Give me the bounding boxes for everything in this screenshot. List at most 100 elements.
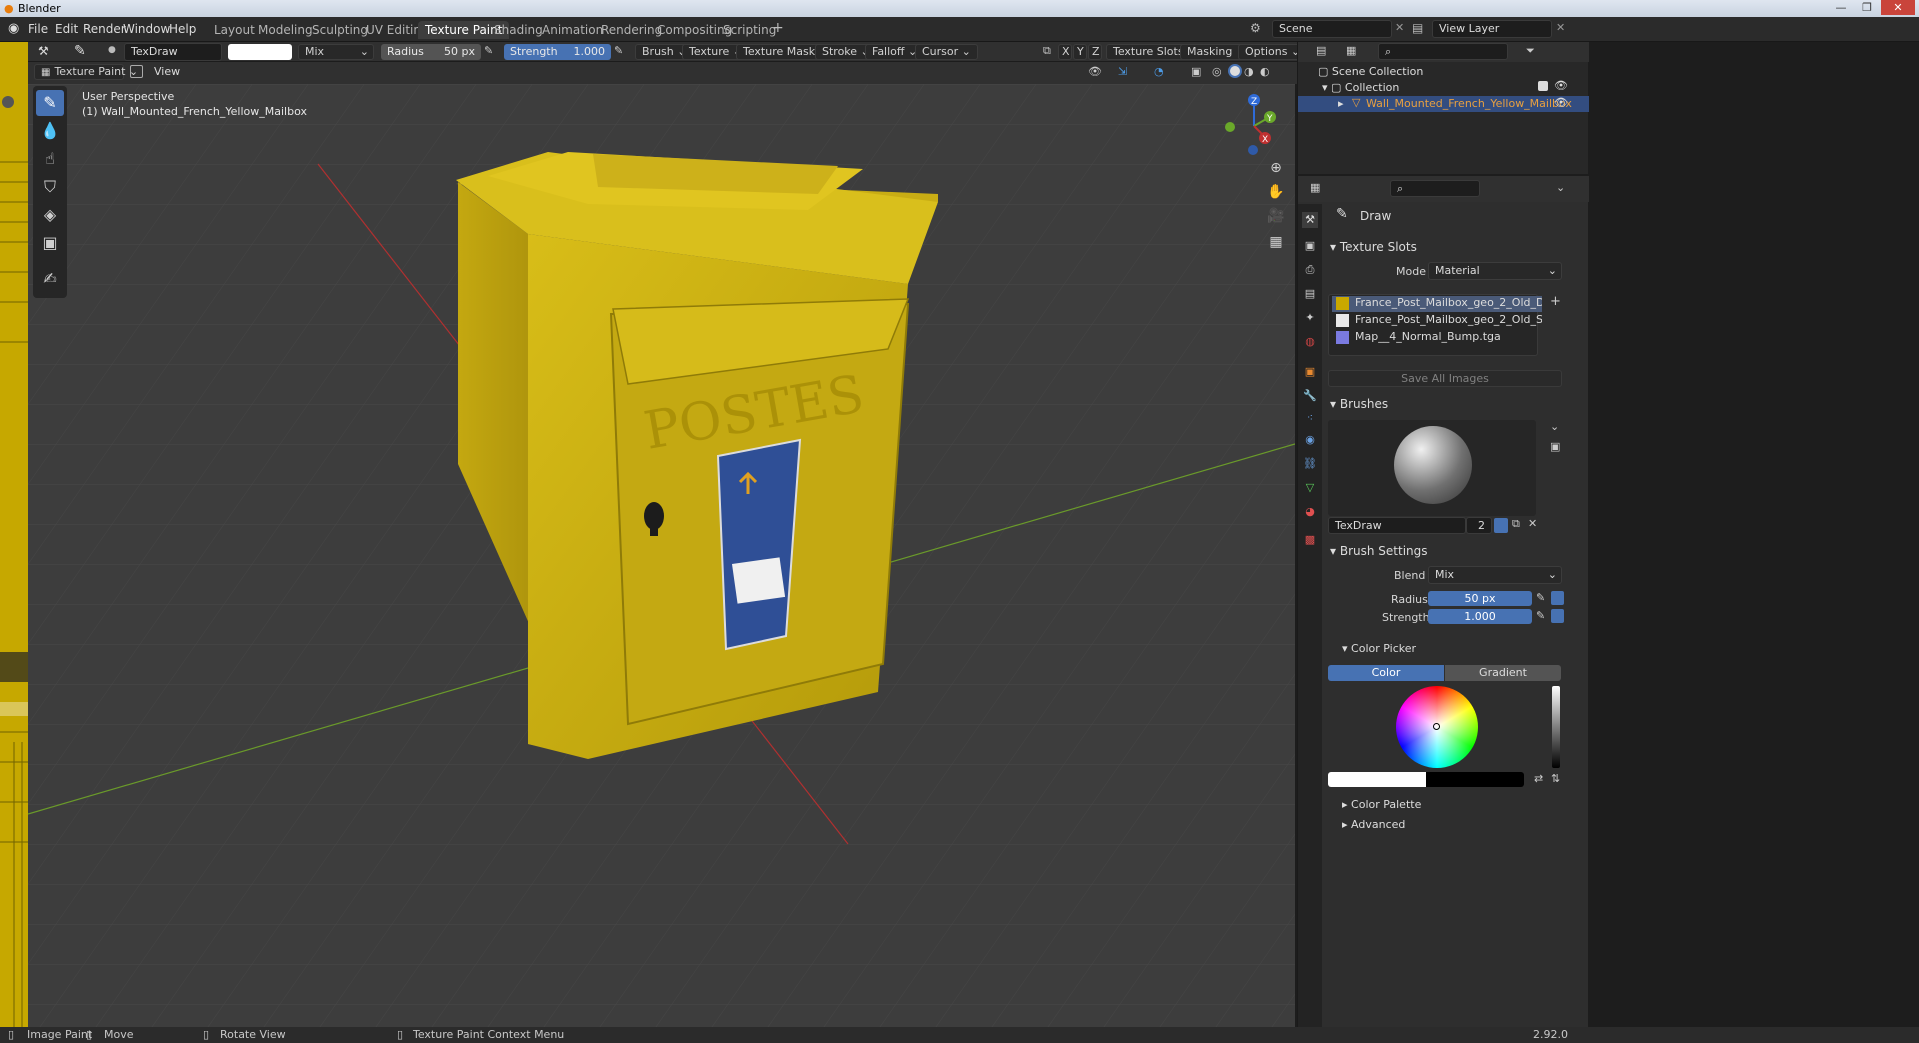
scene-tab-icon[interactable]: ✦ <box>1302 310 1318 326</box>
color-picker-header[interactable]: ▾ Color Picker <box>1342 642 1416 655</box>
visibility-icon[interactable]: 👁 <box>1088 65 1102 78</box>
solid-shading-icon[interactable] <box>1228 64 1242 78</box>
draw-tool[interactable]: ✎ <box>36 90 64 116</box>
smear-tool[interactable]: ☝ <box>36 146 64 172</box>
color-swatch-secondary[interactable] <box>1426 772 1524 787</box>
swap-colors-icon[interactable]: ⇄ <box>1534 772 1543 785</box>
gizmo-icon[interactable]: ⇲ <box>1118 65 1127 78</box>
advanced-header[interactable]: ▸ Advanced <box>1342 818 1405 831</box>
save-all-images-button[interactable]: Save All Images <box>1328 370 1562 387</box>
slot-mode-dropdown[interactable]: Material ⌄ <box>1428 262 1562 280</box>
properties-type-icon[interactable]: ▦ <box>1310 181 1320 194</box>
brush-radius-slider[interactable]: 50 px <box>1428 591 1532 606</box>
mirror-x-toggle[interactable]: X <box>1058 44 1072 60</box>
color-swatch-primary[interactable] <box>1328 772 1426 787</box>
cursor-menu[interactable]: Cursor ⌄ <box>915 44 978 60</box>
modifier-tab-icon[interactable]: 🔧 <box>1302 388 1318 404</box>
brush-users-count[interactable]: 2 <box>1466 517 1492 534</box>
mode-dropdown[interactable]: ▦ Texture Paint ⌄ <box>34 64 138 80</box>
output-tab-icon[interactable]: ⎙ <box>1302 262 1318 278</box>
object-tab-icon[interactable]: ▣ <box>1302 364 1318 380</box>
view-layer-field[interactable]: View Layer <box>1432 20 1552 38</box>
collection-checkbox[interactable] <box>1538 81 1548 91</box>
scene-field[interactable]: Scene <box>1272 20 1392 38</box>
blend-mode-dropdown[interactable]: Mix ⌄ <box>1428 566 1562 584</box>
pan-hand-icon[interactable]: ✋ <box>1266 184 1286 204</box>
material-tab-icon[interactable]: ◕ <box>1302 504 1318 520</box>
display-mode-icon[interactable]: ▦ <box>1346 44 1356 57</box>
annotate-tool[interactable]: ✍ <box>36 266 64 292</box>
close-button[interactable]: ✕ <box>1881 0 1915 15</box>
mask-toggle-icon[interactable] <box>130 65 143 78</box>
maximize-button[interactable]: ❐ <box>1855 0 1879 15</box>
material-shading-icon[interactable]: ◑ <box>1244 65 1254 78</box>
scene-icon[interactable]: ⚙ <box>1250 21 1261 35</box>
texture-tab-icon[interactable]: ▩ <box>1302 532 1318 548</box>
outliner-root[interactable]: ▢ Scene Collection <box>1318 65 1423 78</box>
overlay-icon[interactable]: ◔ <box>1154 65 1164 78</box>
world-tab-icon[interactable]: ◍ <box>1302 334 1318 350</box>
unlink-brush-icon[interactable]: ✕ <box>1528 517 1537 530</box>
view-layer-close-icon[interactable]: ✕ <box>1556 21 1565 34</box>
menu-help[interactable]: Help <box>169 22 196 36</box>
fake-user-icon[interactable]: ● <box>108 45 116 55</box>
scene-close-icon[interactable]: ✕ <box>1395 21 1404 34</box>
texture-slot-item[interactable]: Map__4_Normal_Bump.tga <box>1332 330 1542 346</box>
mirror-z-toggle[interactable]: Z <box>1088 44 1102 60</box>
outliner-search-input[interactable]: ⌕ <box>1378 43 1508 60</box>
brush-preview-area[interactable] <box>1328 420 1536 516</box>
3d-viewport[interactable]: POSTES User Perspective (1) Wall_Mounted… <box>28 84 1295 1027</box>
pressure-icon[interactable]: ✎ <box>1536 609 1545 622</box>
brush-name-input[interactable]: TexDraw <box>1328 517 1466 534</box>
menu-edit[interactable]: Edit <box>55 22 78 36</box>
properties-search-input[interactable]: ⌕ <box>1390 180 1480 197</box>
add-workspace-icon[interactable]: + <box>772 20 784 36</box>
chevron-down-icon[interactable]: ⌄ <box>1550 420 1559 433</box>
xray-icon[interactable]: ▣ <box>1191 65 1201 78</box>
duplicate-brush-icon[interactable]: ⧉ <box>1512 517 1520 531</box>
view-layer-tab-icon[interactable]: ▤ <box>1302 286 1318 302</box>
color-palette-header[interactable]: ▸ Color Palette <box>1342 798 1421 811</box>
radius-pressure-icon[interactable]: ✎ <box>484 44 493 57</box>
brush-settings-header[interactable]: ▾ Brush Settings <box>1330 544 1428 558</box>
blender-menu-icon[interactable]: ◉ <box>8 21 19 36</box>
texture-slot-item[interactable]: France_Post_Mailbox_geo_2_Old_Specula... <box>1332 313 1542 329</box>
rendered-shading-icon[interactable]: ◐ <box>1260 65 1270 78</box>
soften-tool[interactable]: 💧 <box>36 118 64 144</box>
brushes-header[interactable]: ▾ Brushes <box>1330 397 1388 411</box>
image-icon[interactable]: ▣ <box>1550 440 1560 453</box>
radius-slider[interactable]: Radius 50 px <box>381 44 481 60</box>
data-tab-icon[interactable]: ▽ <box>1302 480 1318 496</box>
texture-slots-header[interactable]: ▾ Texture Slots <box>1330 240 1417 254</box>
pressure-icon[interactable]: ✎ <box>1536 591 1545 604</box>
gradient-tab[interactable]: Gradient <box>1445 665 1561 681</box>
grid-view-icon[interactable]: ▦ <box>1266 234 1286 254</box>
constraints-tab-icon[interactable]: ⛓ <box>1302 456 1318 472</box>
color-wheel[interactable] <box>1396 686 1478 768</box>
camera-icon[interactable]: 🎥 <box>1266 208 1286 228</box>
fill-tool[interactable]: ◈ <box>36 202 64 228</box>
navigation-gizmo[interactable]: Z Y X <box>1216 90 1276 156</box>
brush-name-field[interactable]: TexDraw <box>124 43 222 61</box>
physics-tab-icon[interactable]: ◉ <box>1302 432 1318 448</box>
tool-tab-icon[interactable]: ⚒ <box>1302 212 1318 228</box>
unified-color-icon[interactable]: ⇅ <box>1551 772 1560 785</box>
tool-settings-icon[interactable]: ⚒ <box>38 44 49 58</box>
mirror-y-toggle[interactable]: Y <box>1073 44 1087 60</box>
value-slider[interactable] <box>1552 686 1560 768</box>
unified-strength-icon[interactable] <box>1551 609 1564 623</box>
menu-render[interactable]: Render <box>83 22 126 36</box>
strength-pressure-icon[interactable]: ✎ <box>614 44 623 57</box>
unified-size-icon[interactable] <box>1551 591 1564 605</box>
particles-tab-icon[interactable]: ⁖ <box>1302 410 1318 426</box>
view-layer-icon[interactable]: ▤ <box>1412 21 1423 35</box>
filter-icon[interactable]: ⏷ <box>1526 44 1535 58</box>
outliner-collection[interactable]: ▾ ▢ Collection <box>1322 81 1399 94</box>
object-eye-icon[interactable]: 👁 <box>1554 96 1568 109</box>
brush-strength-slider[interactable]: 1.000 <box>1428 609 1532 624</box>
brush-color-swatch[interactable] <box>228 44 292 60</box>
color-wheel-cursor[interactable] <box>1433 723 1440 730</box>
mask-tool[interactable]: ▣ <box>36 230 64 256</box>
view-menu[interactable]: View <box>154 65 180 78</box>
menu-file[interactable]: File <box>28 22 48 36</box>
